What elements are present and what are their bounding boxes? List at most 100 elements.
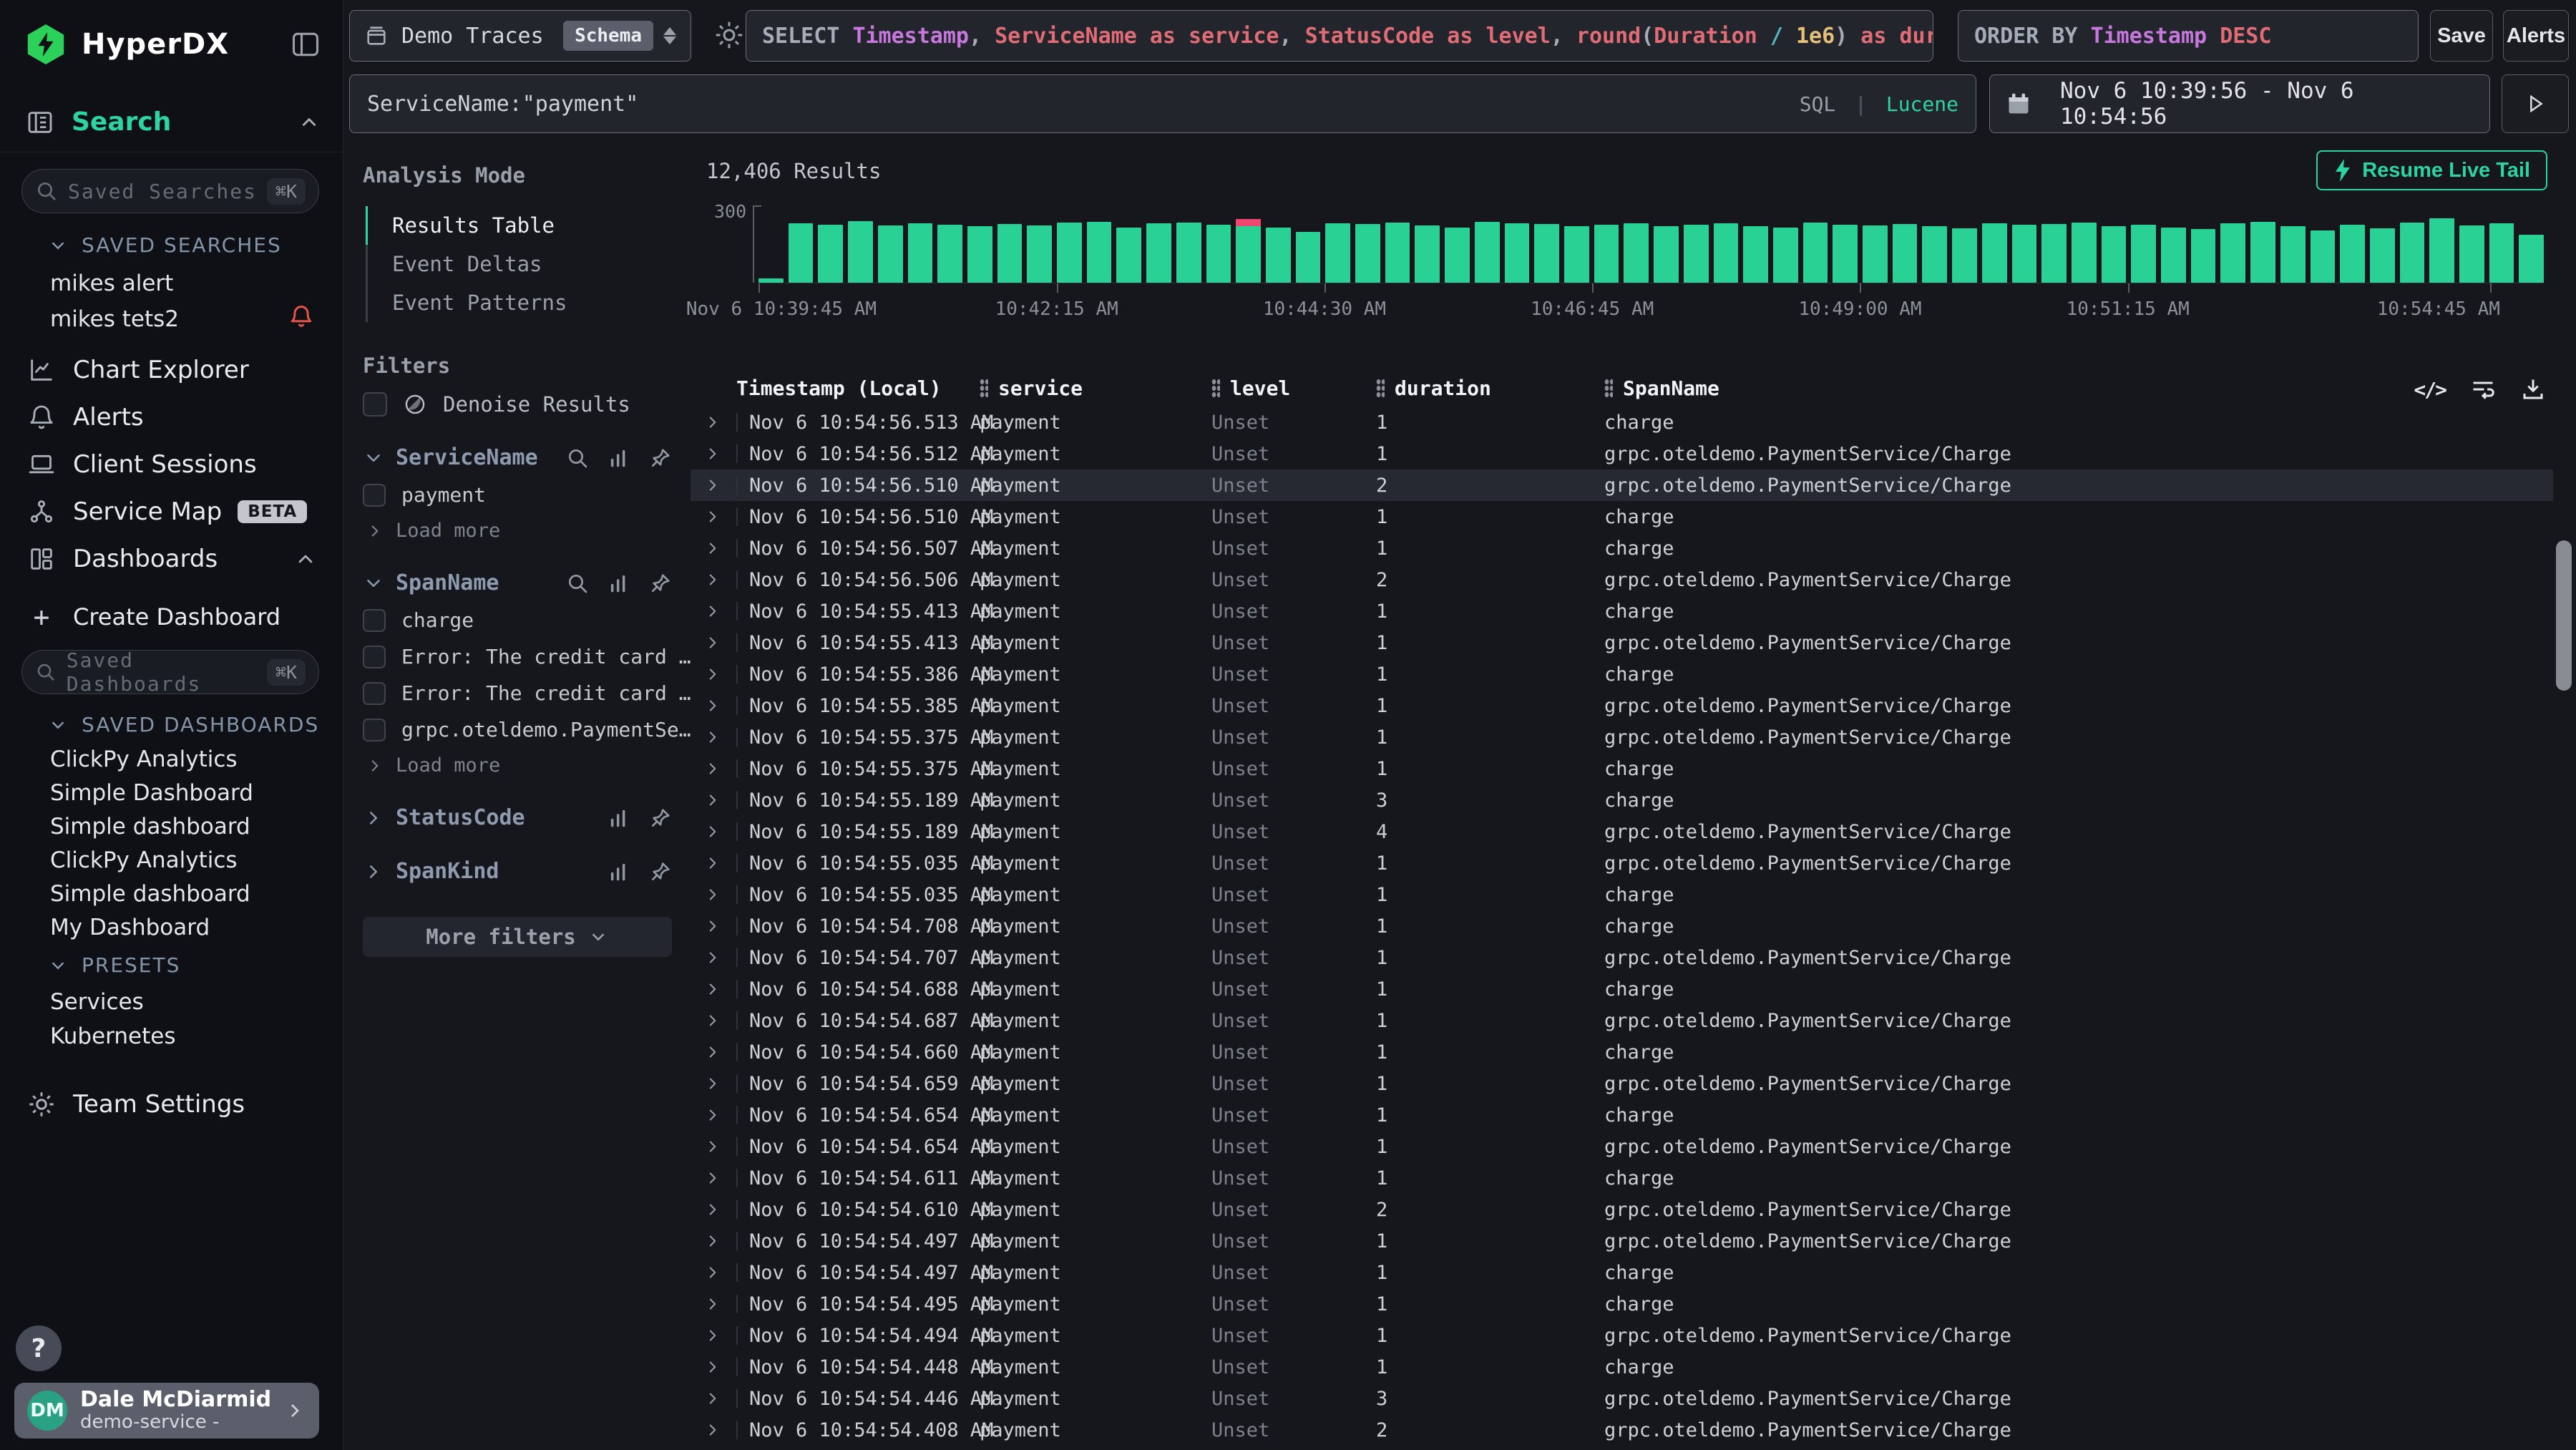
filter-pin-icon[interactable] — [649, 572, 672, 595]
saved-dashboard-item[interactable]: ClickPy Analytics — [50, 847, 238, 873]
histogram-bar[interactable] — [2102, 226, 2127, 283]
histogram-bar[interactable] — [2041, 224, 2067, 283]
wrap-lines-icon[interactable] — [2470, 376, 2496, 402]
expand-row-icon[interactable] — [703, 1295, 736, 1313]
histogram-bar[interactable] — [2340, 225, 2365, 283]
table-row[interactable]: Nov 6 10:54:54.654 AMpaymentUnset1grpc.o… — [691, 1131, 2553, 1162]
analysis-tab-event-deltas[interactable]: Event Deltas — [368, 245, 672, 283]
histogram-bar[interactable] — [1266, 228, 1291, 283]
histogram-bar[interactable] — [789, 223, 814, 283]
help-button[interactable]: ? — [16, 1325, 62, 1371]
histogram-bar[interactable] — [1057, 223, 1082, 283]
histogram-bar[interactable] — [1624, 223, 1649, 283]
histogram-bar[interactable] — [1833, 225, 1858, 283]
table-row[interactable]: Nov 6 10:54:56.510 AMpaymentUnset2grpc.o… — [691, 469, 2553, 501]
table-row[interactable]: Nov 6 10:54:55.375 AMpaymentUnset1grpc.o… — [691, 721, 2553, 753]
view-source-icon[interactable]: </> — [2414, 378, 2446, 402]
user-menu[interactable]: DM Dale McDiarmid demo-service - — [14, 1383, 319, 1439]
expand-row-icon[interactable] — [703, 602, 736, 621]
checkbox[interactable] — [363, 609, 386, 632]
histogram-bar[interactable] — [997, 224, 1023, 283]
run-query-button[interactable] — [2502, 74, 2569, 133]
histogram-bar[interactable] — [937, 225, 962, 283]
table-row[interactable]: Nov 6 10:54:55.189 AMpaymentUnset4grpc.o… — [691, 816, 2553, 847]
expand-row-icon[interactable] — [703, 1043, 736, 1061]
expand-row-icon[interactable] — [703, 1389, 736, 1408]
filter-pin-icon[interactable] — [649, 447, 672, 469]
preset-item[interactable]: Services — [50, 989, 144, 1015]
histogram-bar[interactable] — [2429, 218, 2454, 283]
expand-row-icon[interactable] — [703, 476, 736, 495]
table-row[interactable]: Nov 6 10:54:54.494 AMpaymentUnset1grpc.o… — [691, 1320, 2553, 1351]
filter-value-row[interactable]: grpc.oteldemo.PaymentSe… — [363, 718, 672, 741]
histogram-bar[interactable] — [2459, 225, 2484, 283]
column-header-duration[interactable]: duration — [1376, 376, 1604, 400]
checkbox[interactable] — [363, 484, 386, 507]
table-row[interactable]: Nov 6 10:54:54.495 AMpaymentUnset1charge — [691, 1288, 2553, 1320]
filter-section-statuscode[interactable]: StatusCode — [363, 805, 672, 830]
denoise-results-toggle[interactable]: Denoise Results — [363, 392, 672, 417]
histogram-bar[interactable] — [2131, 225, 2156, 283]
histogram-bar[interactable] — [1445, 228, 1470, 283]
histogram-bar[interactable] — [1952, 228, 1977, 283]
source-settings-gear-icon[interactable] — [713, 19, 746, 52]
saved-dashboards-input[interactable]: Saved Dashboards ⌘K — [21, 650, 319, 694]
expand-row-icon[interactable] — [703, 1074, 736, 1093]
histogram-bar[interactable] — [1146, 223, 1171, 283]
histogram-bar[interactable] — [1296, 232, 1321, 283]
download-icon[interactable] — [2520, 376, 2546, 402]
table-row[interactable]: Nov 6 10:54:54.611 AMpaymentUnset1charge — [691, 1162, 2553, 1194]
histogram-bar[interactable] — [1385, 223, 1410, 283]
expand-row-icon[interactable] — [703, 570, 736, 589]
table-row[interactable]: Nov 6 10:54:54.446 AMpaymentUnset3grpc.o… — [691, 1383, 2553, 1414]
expand-row-icon[interactable] — [703, 980, 736, 998]
save-button[interactable]: Save — [2430, 10, 2493, 62]
table-row[interactable]: Nov 6 10:54:56.507 AMpaymentUnset1charge — [691, 532, 2553, 564]
histogram-bar[interactable] — [1773, 228, 1798, 283]
histogram-bar[interactable] — [1714, 223, 1739, 283]
chevron-up-icon[interactable] — [290, 548, 321, 570]
table-row[interactable]: Nov 6 10:54:56.513 AMpaymentUnset1charge — [691, 407, 2553, 438]
expand-row-icon[interactable] — [703, 1232, 736, 1250]
table-row[interactable]: Nov 6 10:54:56.506 AMpaymentUnset2grpc.o… — [691, 564, 2553, 595]
data-source-select[interactable]: Demo Traces Schema — [349, 10, 691, 62]
mode-lucene-toggle[interactable]: Lucene — [1886, 92, 1958, 116]
histogram-bar[interactable] — [2250, 222, 2275, 283]
table-row[interactable]: Nov 6 10:54:55.375 AMpaymentUnset1charge — [691, 753, 2553, 784]
histogram-bar[interactable] — [967, 226, 992, 283]
filter-chart-icon[interactable] — [608, 572, 630, 595]
drag-handle-icon[interactable] — [1376, 379, 1385, 397]
filter-chart-icon[interactable] — [608, 860, 630, 883]
histogram-bar[interactable] — [1505, 223, 1530, 283]
expand-row-icon[interactable] — [703, 1200, 736, 1219]
expand-row-icon[interactable] — [703, 1137, 736, 1156]
checkbox[interactable] — [363, 719, 386, 741]
table-row[interactable]: Nov 6 10:54:56.512 AMpaymentUnset1grpc.o… — [691, 438, 2553, 469]
saved-dashboard-item[interactable]: Simple dashboard — [50, 881, 250, 907]
search-query-input[interactable]: ServiceName:"payment" SQL | Lucene — [349, 74, 1976, 133]
histogram-bar[interactable] — [1176, 223, 1201, 283]
load-more-button[interactable]: Load more — [366, 754, 672, 777]
filter-section-servicename[interactable]: ServiceName — [363, 445, 672, 470]
alerts-button[interactable]: Alerts — [2503, 10, 2569, 62]
sidebar-item-dashboards[interactable]: Dashboards — [26, 545, 321, 573]
filter-value-row[interactable]: payment — [363, 483, 672, 507]
table-row[interactable]: Nov 6 10:54:54.654 AMpaymentUnset1charge — [691, 1099, 2553, 1131]
expand-row-icon[interactable] — [703, 728, 736, 746]
drag-handle-icon[interactable] — [1604, 379, 1613, 397]
histogram-bar[interactable] — [1803, 223, 1828, 283]
filter-value-row[interactable]: Error: The credit card … — [363, 645, 672, 668]
histogram-bar[interactable] — [2311, 230, 2336, 283]
table-row[interactable]: Nov 6 10:54:54.660 AMpaymentUnset1charge — [691, 1036, 2553, 1068]
filter-chart-icon[interactable] — [608, 447, 630, 469]
column-header-service[interactable]: service — [980, 376, 1211, 400]
table-row[interactable]: Nov 6 10:54:54.497 AMpaymentUnset1grpc.o… — [691, 1225, 2553, 1257]
order-by-input[interactable]: ORDER BY Timestamp DESC — [1958, 10, 2419, 62]
table-row[interactable]: Nov 6 10:54:55.413 AMpaymentUnset1charge — [691, 595, 2553, 627]
results-histogram[interactable]: 300 Nov 6 10:39:45 AM10:42:15 AM10:44:30… — [758, 211, 2544, 354]
table-row[interactable]: Nov 6 10:54:55.035 AMpaymentUnset1charge — [691, 879, 2553, 910]
table-row[interactable]: Nov 6 10:54:54.708 AMpaymentUnset1charge — [691, 910, 2553, 942]
analysis-tab-results-table[interactable]: Results Table — [368, 206, 672, 245]
histogram-bar[interactable] — [2370, 228, 2395, 283]
histogram-bar[interactable] — [848, 221, 873, 283]
